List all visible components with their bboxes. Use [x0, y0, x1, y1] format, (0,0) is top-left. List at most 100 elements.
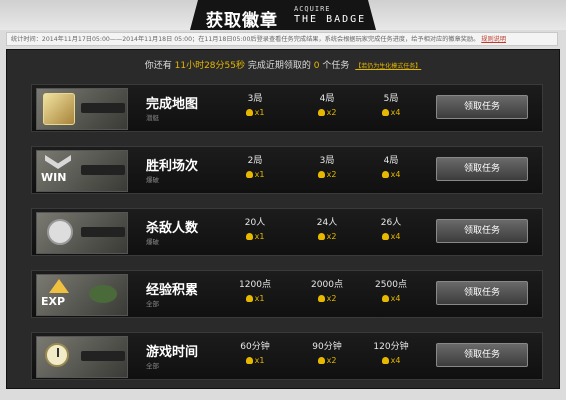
task-name: 杀敌人数 — [146, 221, 199, 236]
rules-link[interactable]: 规则说明 — [481, 36, 506, 43]
tier-requirement: 2000点 — [311, 280, 343, 290]
task-name: 经验积累 — [146, 283, 199, 298]
task-row-map: 完成地图 潜艇 3局 x1 4局 x2 5局 x4 领取任务 — [31, 84, 543, 132]
reward-count: x1 — [254, 294, 265, 303]
header-title-block: 获取徽章 ACQUIRE THE BADGE — [190, 0, 376, 30]
tier-reward: x1 — [230, 232, 280, 241]
badge-skull-icon — [381, 295, 389, 302]
task-row-wins: WIN 胜利场次 爆破 2局 x1 3局 x2 4局 x4 领取任务 — [31, 146, 543, 194]
task-count: 0 — [313, 61, 320, 71]
claim-task-button[interactable]: 领取任务 — [436, 219, 528, 243]
tier-3: 26人 x4 — [366, 215, 416, 241]
exp-badge-text: EXP — [41, 295, 66, 308]
page-title-en-line2: THE BADGE — [294, 14, 367, 25]
tier-requirement: 60分钟 — [240, 342, 270, 352]
badge-skull-icon — [317, 295, 325, 302]
reward-count: x1 — [254, 108, 265, 117]
weapon-icon — [81, 165, 125, 175]
helmet-icon — [89, 285, 117, 303]
summary-middle: 完成近期领取的 — [247, 61, 311, 71]
tier-3: 4局 x4 — [366, 153, 416, 179]
tier-2: 3局 x2 — [302, 153, 352, 179]
tier-2: 4局 x2 — [302, 91, 352, 117]
page-title-en-line1: ACQUIRE — [294, 5, 331, 13]
tier-reward: x2 — [302, 170, 352, 179]
badge-skull-icon — [317, 357, 325, 364]
badge-skull-icon — [381, 357, 389, 364]
tier-reward: x1 — [230, 356, 280, 365]
summary-suffix: 个任务 — [322, 61, 350, 71]
task-panel: 你还有 11小时28分55秒 完成近期领取的 0 个任务 【若仍为生化模式任务】… — [6, 49, 560, 389]
tier-1: 60分钟 x1 — [230, 339, 280, 365]
tier-requirement: 2500点 — [375, 280, 407, 290]
task-mode: 爆破 — [146, 176, 159, 184]
tier-requirement: 24人 — [316, 218, 338, 228]
reward-count: x1 — [254, 356, 265, 365]
clock-badge-icon — [45, 343, 69, 367]
summary-note-link[interactable]: 【若仍为生化模式任务】 — [355, 63, 421, 70]
tier-3: 120分钟 x4 — [366, 339, 416, 365]
reward-count: x2 — [326, 356, 337, 365]
task-row-kills: 杀敌人数 爆破 20人 x1 24人 x2 26人 x4 领取任务 — [31, 208, 543, 256]
task-mode: 全部 — [146, 362, 159, 370]
reward-count: x2 — [326, 232, 337, 241]
tier-reward: x1 — [230, 108, 280, 117]
badge-skull-icon — [381, 109, 389, 116]
tier-requirement: 26人 — [380, 218, 402, 228]
tier-1: 1200点 x1 — [230, 277, 280, 303]
claim-task-button[interactable]: 领取任务 — [436, 157, 528, 181]
reward-count: x2 — [326, 108, 337, 117]
tier-reward: x4 — [366, 108, 416, 117]
tier-requirement: 4局 — [319, 94, 335, 104]
tier-1: 2局 x1 — [230, 153, 280, 179]
badge-skull-icon — [245, 357, 253, 364]
badge-skull-icon — [381, 171, 389, 178]
page-title: 获取徽章 — [206, 11, 278, 31]
reward-count: x4 — [390, 232, 401, 241]
task-mode: 爆破 — [146, 238, 159, 246]
tier-requirement: 120分钟 — [373, 342, 409, 352]
tier-3: 5局 x4 — [366, 91, 416, 117]
summary-prefix: 你还有 — [144, 61, 172, 71]
task-name: 胜利场次 — [146, 159, 199, 174]
reward-count: x4 — [390, 170, 401, 179]
task-thumbnail — [36, 212, 128, 254]
summary-line: 你还有 11小时28分55秒 完成近期领取的 0 个任务 【若仍为生化模式任务】 — [7, 58, 559, 71]
tier-reward: x1 — [230, 294, 280, 303]
tier-requirement: 2局 — [247, 156, 263, 166]
weapon-icon — [81, 103, 125, 113]
tier-2: 90分钟 x2 — [302, 339, 352, 365]
gold-map-badge-icon — [43, 93, 75, 125]
badge-skull-icon — [381, 233, 389, 240]
task-thumbnail: EXP — [36, 274, 128, 316]
badge-skull-icon — [317, 109, 325, 116]
badge-skull-icon — [317, 233, 325, 240]
time-left: 11小时28分55秒 — [174, 61, 245, 71]
tier-requirement: 3局 — [319, 156, 335, 166]
reward-count: x4 — [390, 294, 401, 303]
claim-task-button[interactable]: 领取任务 — [436, 343, 528, 367]
tier-2: 2000点 x2 — [302, 277, 352, 303]
win-badge-text: WIN — [41, 171, 67, 184]
task-row-exp: EXP 经验积累 全部 1200点 x1 2000点 x2 2500点 x4 领… — [31, 270, 543, 318]
tier-requirement: 4局 — [383, 156, 399, 166]
tier-requirement: 5局 — [383, 94, 399, 104]
claim-task-button[interactable]: 领取任务 — [436, 95, 528, 119]
tier-requirement: 20人 — [244, 218, 266, 228]
tier-reward: x4 — [366, 232, 416, 241]
weapon-icon — [81, 351, 125, 361]
tier-requirement: 3局 — [247, 94, 263, 104]
tier-reward: x1 — [230, 170, 280, 179]
tier-reward: x2 — [302, 294, 352, 303]
badge-skull-icon — [317, 171, 325, 178]
tier-reward: x2 — [302, 232, 352, 241]
badge-skull-icon — [245, 109, 253, 116]
tier-requirement: 1200点 — [239, 280, 271, 290]
reward-count: x1 — [254, 170, 265, 179]
reward-count: x2 — [326, 294, 337, 303]
task-thumbnail: WIN — [36, 150, 128, 192]
weapon-icon — [81, 227, 125, 237]
reward-count: x4 — [390, 108, 401, 117]
claim-task-button[interactable]: 领取任务 — [436, 281, 528, 305]
tier-reward: x4 — [366, 294, 416, 303]
